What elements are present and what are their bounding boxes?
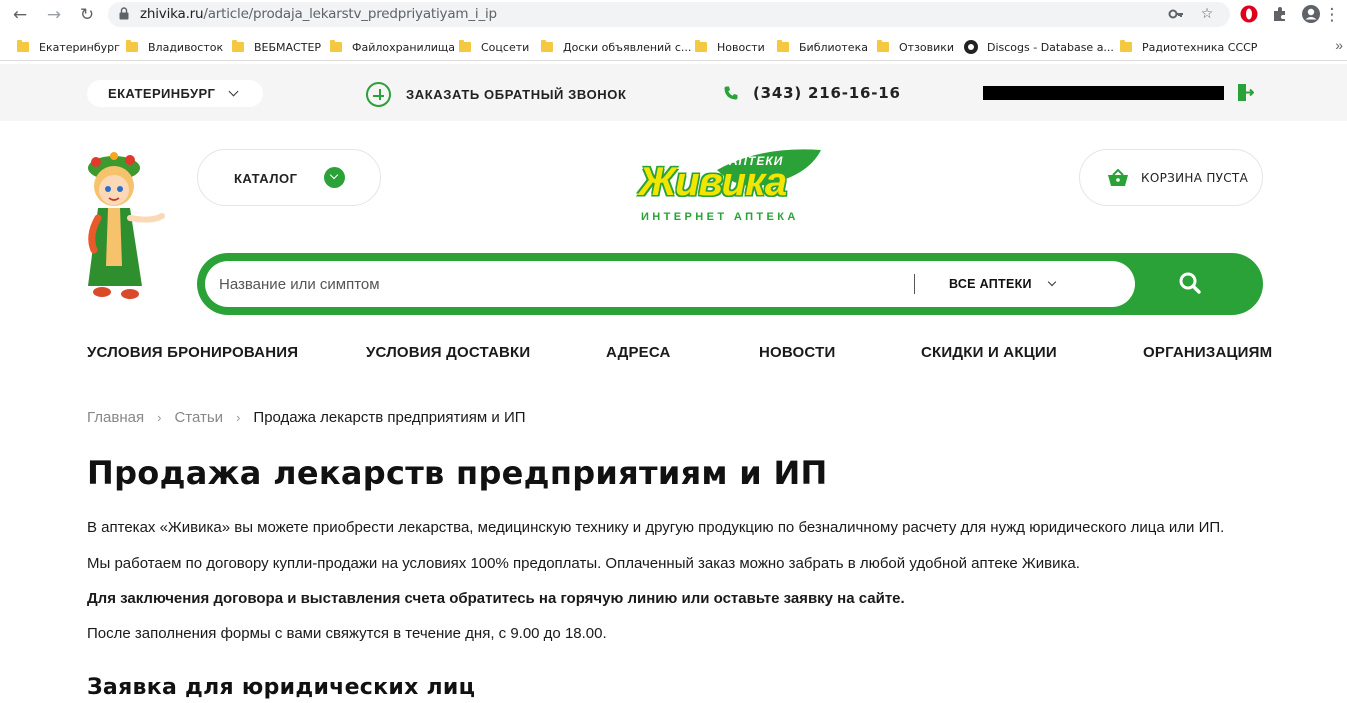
redacted-user-area xyxy=(983,86,1224,100)
forward-icon[interactable]: → xyxy=(43,4,65,26)
bookmark-label: Discogs - Database a... xyxy=(987,40,1114,54)
bookmark-item[interactable]: Новости xyxy=(695,39,765,55)
search-divider xyxy=(914,274,915,294)
discogs-icon xyxy=(964,40,978,54)
opera-icon[interactable] xyxy=(1239,4,1259,24)
nav-item-addresses[interactable]: АДРЕСА xyxy=(606,344,671,361)
main-nav: УСЛОВИЯ БРОНИРОВАНИЯ УСЛОВИЯ ДОСТАВКИ АД… xyxy=(87,344,1272,364)
chevron-right-icon: › xyxy=(236,410,241,425)
bookmark-item[interactable]: Библиотека xyxy=(777,39,868,55)
bookmark-label: Соцсети xyxy=(481,40,530,54)
logo-main-text: Живика xyxy=(639,160,787,204)
bookmark-label: Файлохранилища xyxy=(352,40,455,54)
basket-icon xyxy=(1108,169,1128,186)
url-domain: zhivika.ru xyxy=(140,6,204,22)
cart-button[interactable]: КОРЗИНА ПУСТА xyxy=(1079,149,1263,206)
address-bar[interactable]: zhivika.ru/article/prodaja_lekarstv_pred… xyxy=(108,2,1230,27)
callback-label: ЗАКАЗАТЬ ОБРАТНЫЙ ЗВОНОК xyxy=(406,87,627,102)
folder-icon xyxy=(459,40,471,52)
nav-item-discounts[interactable]: СКИДКИ И АКЦИИ xyxy=(921,344,1057,361)
bookmark-item[interactable]: ВЕБМАСТЕР xyxy=(232,39,321,55)
bookmark-item[interactable]: Соцсети xyxy=(459,39,529,55)
mascot-image xyxy=(88,152,165,299)
plus-circle-icon xyxy=(366,82,391,107)
chevron-down-icon xyxy=(228,86,239,97)
menu-icon[interactable]: ⋮ xyxy=(1321,4,1343,26)
folder-icon xyxy=(17,40,29,52)
bookmark-label: Радиотехника СССР xyxy=(1142,40,1258,54)
site-logo[interactable]: АПТЕКИ Живика ИНТЕРНЕТ АПТЕКА xyxy=(639,148,823,228)
search-input[interactable] xyxy=(219,272,899,296)
search-icon[interactable] xyxy=(1174,267,1208,301)
breadcrumb: Главная › Статьи › Продажа лекарств пред… xyxy=(87,409,526,426)
more-bookmarks-icon[interactable]: » xyxy=(1335,37,1343,53)
phone-icon xyxy=(724,86,738,100)
pharmacy-select[interactable]: ВСЕ АПТЕКИ xyxy=(949,277,1032,291)
chevron-right-icon: › xyxy=(157,410,162,425)
folder-icon xyxy=(330,40,342,52)
browser-toolbar: ← → ↻ zhivika.ru/article/prodaja_lekarst… xyxy=(0,0,1347,30)
catalog-label: КАТАЛОГ xyxy=(234,171,298,186)
paragraph-intro: В аптеках «Живика» вы можете приобрести … xyxy=(87,519,1225,536)
folder-icon xyxy=(695,40,707,52)
nav-item-delivery[interactable]: УСЛОВИЯ ДОСТАВКИ xyxy=(366,344,530,361)
url-text: zhivika.ru/article/prodaja_lekarstv_pred… xyxy=(140,6,497,22)
bookmark-label: Доски объявлений с... xyxy=(563,40,692,54)
breadcrumb-articles[interactable]: Статьи xyxy=(174,409,223,426)
folder-icon xyxy=(126,40,138,52)
key-icon[interactable] xyxy=(1167,5,1185,23)
folder-icon xyxy=(541,40,553,52)
bookmark-item[interactable]: Discogs - Database a... xyxy=(964,39,1114,55)
cart-label: КОРЗИНА ПУСТА xyxy=(1141,171,1249,185)
folder-icon xyxy=(777,40,789,52)
logo-sub-text: ИНТЕРНЕТ АПТЕКА xyxy=(641,211,799,223)
puzzle-icon[interactable] xyxy=(1270,4,1290,24)
reload-icon[interactable]: ↻ xyxy=(76,4,98,26)
profile-icon[interactable] xyxy=(1301,4,1321,24)
folder-icon xyxy=(1120,40,1132,52)
star-icon[interactable]: ☆ xyxy=(1198,5,1216,23)
bookmark-item[interactable]: Доски объявлений с... xyxy=(541,39,691,55)
paragraph-contact: Для заключения договора и выставления сч… xyxy=(87,590,905,607)
back-icon[interactable]: ← xyxy=(9,4,31,26)
phone-number: (343) 216-16-16 xyxy=(753,84,901,102)
breadcrumb-current: Продажа лекарств предприятиям и ИП xyxy=(253,409,526,426)
bookmark-item[interactable]: Екатеринбург xyxy=(17,39,120,55)
bookmark-label: Отзовики xyxy=(899,40,955,54)
bookmark-label: Екатеринбург xyxy=(39,40,120,54)
search-field-wrapper: ВСЕ АПТЕКИ xyxy=(205,261,1135,307)
folder-icon xyxy=(232,40,244,52)
chevron-down-icon xyxy=(324,167,345,188)
bookmark-label: ВЕБМАСТЕР xyxy=(254,40,322,54)
url-path: /article/prodaja_lekarstv_predpriyatiyam… xyxy=(203,6,497,22)
paragraph-terms: Мы работаем по договору купли-продажи на… xyxy=(87,555,1080,572)
bookmarks-bar: Екатеринбург Владивосток ВЕБМАСТЕР Файло… xyxy=(0,31,1347,61)
search-bar: ВСЕ АПТЕКИ xyxy=(197,253,1263,315)
folder-icon xyxy=(877,40,889,52)
chevron-down-icon[interactable] xyxy=(1047,277,1057,287)
bookmark-item[interactable]: Файлохранилища xyxy=(330,39,455,55)
top-info-bar: ЕКАТЕРИНБУРГ ЗАКАЗАТЬ ОБРАТНЫЙ ЗВОНОК (3… xyxy=(0,64,1347,121)
nav-item-organizations[interactable]: ОРГАНИЗАЦИЯМ xyxy=(1143,344,1272,361)
bookmark-item[interactable]: Владивосток xyxy=(126,39,223,55)
phone-link[interactable]: (343) 216-16-16 xyxy=(723,84,901,102)
nav-item-booking[interactable]: УСЛОВИЯ БРОНИРОВАНИЯ xyxy=(87,344,298,361)
bookmark-label: Новости xyxy=(717,40,765,54)
bookmark-label: Библиотека xyxy=(799,40,868,54)
lock-icon xyxy=(119,7,129,20)
nav-item-news[interactable]: НОВОСТИ xyxy=(759,344,835,361)
callback-button[interactable]: ЗАКАЗАТЬ ОБРАТНЫЙ ЗВОНОК xyxy=(366,82,627,107)
paragraph-hours: После заполнения формы с вами свяжутся в… xyxy=(87,625,607,642)
breadcrumb-home[interactable]: Главная xyxy=(87,409,144,426)
bookmark-item[interactable]: Радиотехника СССР xyxy=(1120,39,1257,55)
section-title: Заявка для юридических лиц xyxy=(87,675,476,700)
bookmark-item[interactable]: Отзовики xyxy=(877,39,954,55)
logout-icon[interactable] xyxy=(1236,83,1254,102)
city-selector[interactable]: ЕКАТЕРИНБУРГ xyxy=(87,80,263,107)
bookmark-label: Владивосток xyxy=(148,40,224,54)
catalog-button[interactable]: КАТАЛОГ xyxy=(197,149,381,206)
city-label: ЕКАТЕРИНБУРГ xyxy=(108,86,216,101)
page-title: Продажа лекарств предприятиям и ИП xyxy=(87,454,828,492)
